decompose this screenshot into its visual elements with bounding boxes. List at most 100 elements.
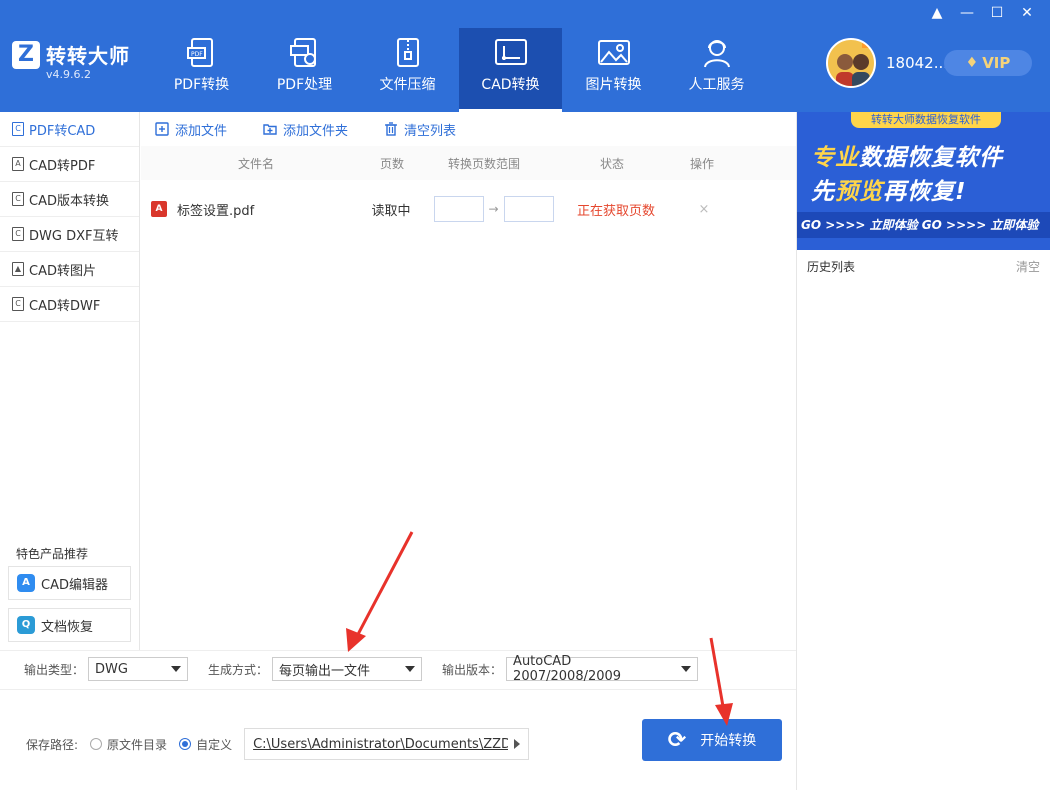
- banner-strip: GO >>>> 立即体验 GO >>>> 立即体验: [797, 212, 1050, 238]
- col-filename: 文件名: [237, 156, 274, 171]
- pdf-file-icon: A: [151, 201, 167, 217]
- sidebar-item-cad-to-image[interactable]: ▲ CAD转图片: [0, 252, 139, 287]
- nav-pdf-process[interactable]: PDF处理: [253, 28, 356, 112]
- feature-doc-recovery[interactable]: Q 文档恢复: [8, 608, 131, 642]
- user-id[interactable]: 18042...: [886, 54, 948, 72]
- add-folder-icon: [263, 124, 277, 135]
- file-area: 添加文件 添加文件夹 清空列表 文件名 页数 转换页数范围 状态 操作 A 标签…: [141, 112, 796, 650]
- add-folder-label: 添加文件夹: [283, 123, 349, 139]
- main-nav: PDF PDF转换 PDF处理 文件压缩 CAD转换 图片转换 人工服务: [150, 28, 768, 112]
- nav-support[interactable]: 人工服务: [665, 28, 768, 112]
- range-to-input[interactable]: [503, 196, 554, 222]
- add-file-button[interactable]: 添加文件: [155, 120, 227, 139]
- sidebar-item-pdf-to-cad[interactable]: C PDF转CAD: [0, 112, 139, 147]
- file-pages: 读取中: [371, 203, 411, 219]
- sidebar-item-dwg-dxf[interactable]: C DWG DXF互转: [0, 217, 139, 252]
- file-pdf-icon: A: [12, 157, 24, 171]
- sidebar-item-cad-to-pdf[interactable]: A CAD转PDF: [0, 147, 139, 182]
- support-icon: [703, 40, 730, 68]
- sidebar-item-label: CAD转PDF: [29, 158, 96, 174]
- output-version-value: AutoCAD 2007/2008/2009: [513, 654, 622, 684]
- gen-mode-select[interactable]: 每页输出一文件: [272, 657, 423, 681]
- svg-text:PDF: PDF: [191, 51, 203, 58]
- nav-image-convert[interactable]: 图片转换: [562, 28, 665, 112]
- app-version: v4.9.6.2: [46, 68, 91, 81]
- sidebar-item-cad-version[interactable]: C CAD版本转换: [0, 182, 139, 217]
- avatar[interactable]: [826, 38, 876, 88]
- output-type-label: 输出类型：: [24, 662, 85, 677]
- radio-custom-dir[interactable]: [179, 738, 192, 750]
- add-file-icon: [155, 122, 169, 136]
- collapse-icon[interactable]: ▲: [922, 2, 952, 24]
- nav-label: PDF转换: [173, 77, 230, 93]
- divider: [0, 689, 796, 690]
- chevron-right-icon: [514, 739, 521, 749]
- col-range: 转换页数范围: [447, 156, 520, 171]
- sidebar-item-label: PDF转CAD: [29, 123, 96, 139]
- gen-mode-label: 生成方式：: [208, 662, 269, 677]
- nav-pdf-convert[interactable]: PDF PDF转换: [150, 28, 253, 112]
- right-panel: 转转大师数据恢复软件 专业数据恢复软件 先预览再恢复! GO >>>> 立即体验…: [796, 112, 1050, 790]
- start-convert-button[interactable]: ⟳ 开始转换: [642, 719, 782, 761]
- radio-original-label: 原文件目录: [107, 737, 168, 752]
- promo-banner[interactable]: 转转大师数据恢复软件 专业数据恢复软件 先预览再恢复! GO >>>> 立即体验…: [797, 112, 1050, 250]
- history-clear-button[interactable]: 清空: [1016, 258, 1040, 275]
- delete-icon[interactable]: ×: [671, 202, 737, 217]
- minimize-icon[interactable]: —: [952, 2, 982, 24]
- save-path-field[interactable]: C:\Users\Administrator\Documents\ZZDS...: [244, 728, 530, 760]
- history-title: 历史列表: [807, 259, 856, 274]
- nav-label: 图片转换: [585, 77, 642, 93]
- gen-mode-value: 每页输出一文件: [279, 663, 371, 679]
- sidebar-item-label: CAD转DWF: [29, 298, 101, 314]
- nav-label: 人工服务: [688, 77, 745, 93]
- clear-list-button[interactable]: 清空列表: [384, 120, 456, 139]
- range-from-input[interactable]: [433, 196, 484, 222]
- user-area: 18042... ♦ VIP: [826, 38, 1032, 88]
- sidebar: C PDF转CAD A CAD转PDF C CAD版本转换 C DWG DXF互…: [0, 112, 140, 650]
- diamond-icon: ♦: [965, 55, 979, 71]
- radio-custom-label: 自定义: [196, 737, 233, 752]
- divider: [0, 650, 796, 651]
- range-cell: →: [426, 196, 561, 222]
- nav-cad-convert[interactable]: CAD转换: [459, 28, 562, 112]
- output-options: 输出类型： DWG 生成方式： 每页输出一文件 输出版本： AutoCAD 20…: [24, 654, 699, 684]
- feature-label: CAD编辑器: [41, 577, 108, 593]
- file-compress-icon: [396, 38, 419, 67]
- radio-original-dir[interactable]: [90, 738, 103, 750]
- feature-title: 特色产品推荐: [16, 547, 89, 561]
- start-convert-label: 开始转换: [700, 733, 757, 749]
- add-file-label: 添加文件: [175, 123, 228, 139]
- cad-editor-icon: A: [17, 574, 35, 592]
- output-version-select[interactable]: AutoCAD 2007/2008/2009: [506, 654, 699, 684]
- banner-tag: 转转大师数据恢复软件: [851, 112, 1001, 128]
- pdf-process-icon: [289, 38, 316, 67]
- file-name: 标签设置.pdf: [177, 203, 255, 219]
- settings-panel: 输出类型： DWG 生成方式： 每页输出一文件 输出版本： AutoCAD 20…: [0, 650, 796, 790]
- banner-line2-highlight: 预览: [835, 179, 883, 205]
- cad-convert-icon: [494, 39, 527, 65]
- output-type-select[interactable]: DWG: [88, 657, 189, 681]
- table-row[interactable]: A 标签设置.pdf 读取中 → 正在获取页数 ×: [141, 180, 796, 238]
- close-icon[interactable]: ✕: [1012, 2, 1042, 24]
- col-pages: 页数: [379, 156, 404, 171]
- col-action: 操作: [689, 156, 714, 171]
- chevron-down-icon: [681, 666, 692, 672]
- crown-icon: [862, 40, 874, 48]
- nav-label: CAD转换: [481, 77, 540, 93]
- add-folder-button[interactable]: 添加文件夹: [263, 120, 348, 139]
- output-type-value: DWG: [95, 661, 128, 677]
- refresh-icon: ⟳: [667, 727, 687, 753]
- sidebar-item-label: CAD转图片: [29, 263, 96, 279]
- maximize-icon[interactable]: ☐: [982, 2, 1012, 24]
- toolbar: 添加文件 添加文件夹 清空列表: [141, 112, 796, 146]
- file-c-icon: C: [12, 192, 24, 206]
- sidebar-item-cad-to-dwf[interactable]: C CAD转DWF: [0, 287, 139, 322]
- vip-button[interactable]: ♦ VIP: [944, 50, 1032, 76]
- save-path-value: C:\Users\Administrator\Documents\ZZDS...: [253, 736, 509, 752]
- clear-list-label: 清空列表: [404, 123, 457, 139]
- feature-cad-editor[interactable]: A CAD编辑器: [8, 566, 131, 600]
- status-text: 正在获取页数: [576, 203, 655, 219]
- chevron-down-icon: [405, 666, 416, 672]
- banner-line2-a: 先: [811, 179, 835, 205]
- nav-file-compress[interactable]: 文件压缩: [356, 28, 459, 112]
